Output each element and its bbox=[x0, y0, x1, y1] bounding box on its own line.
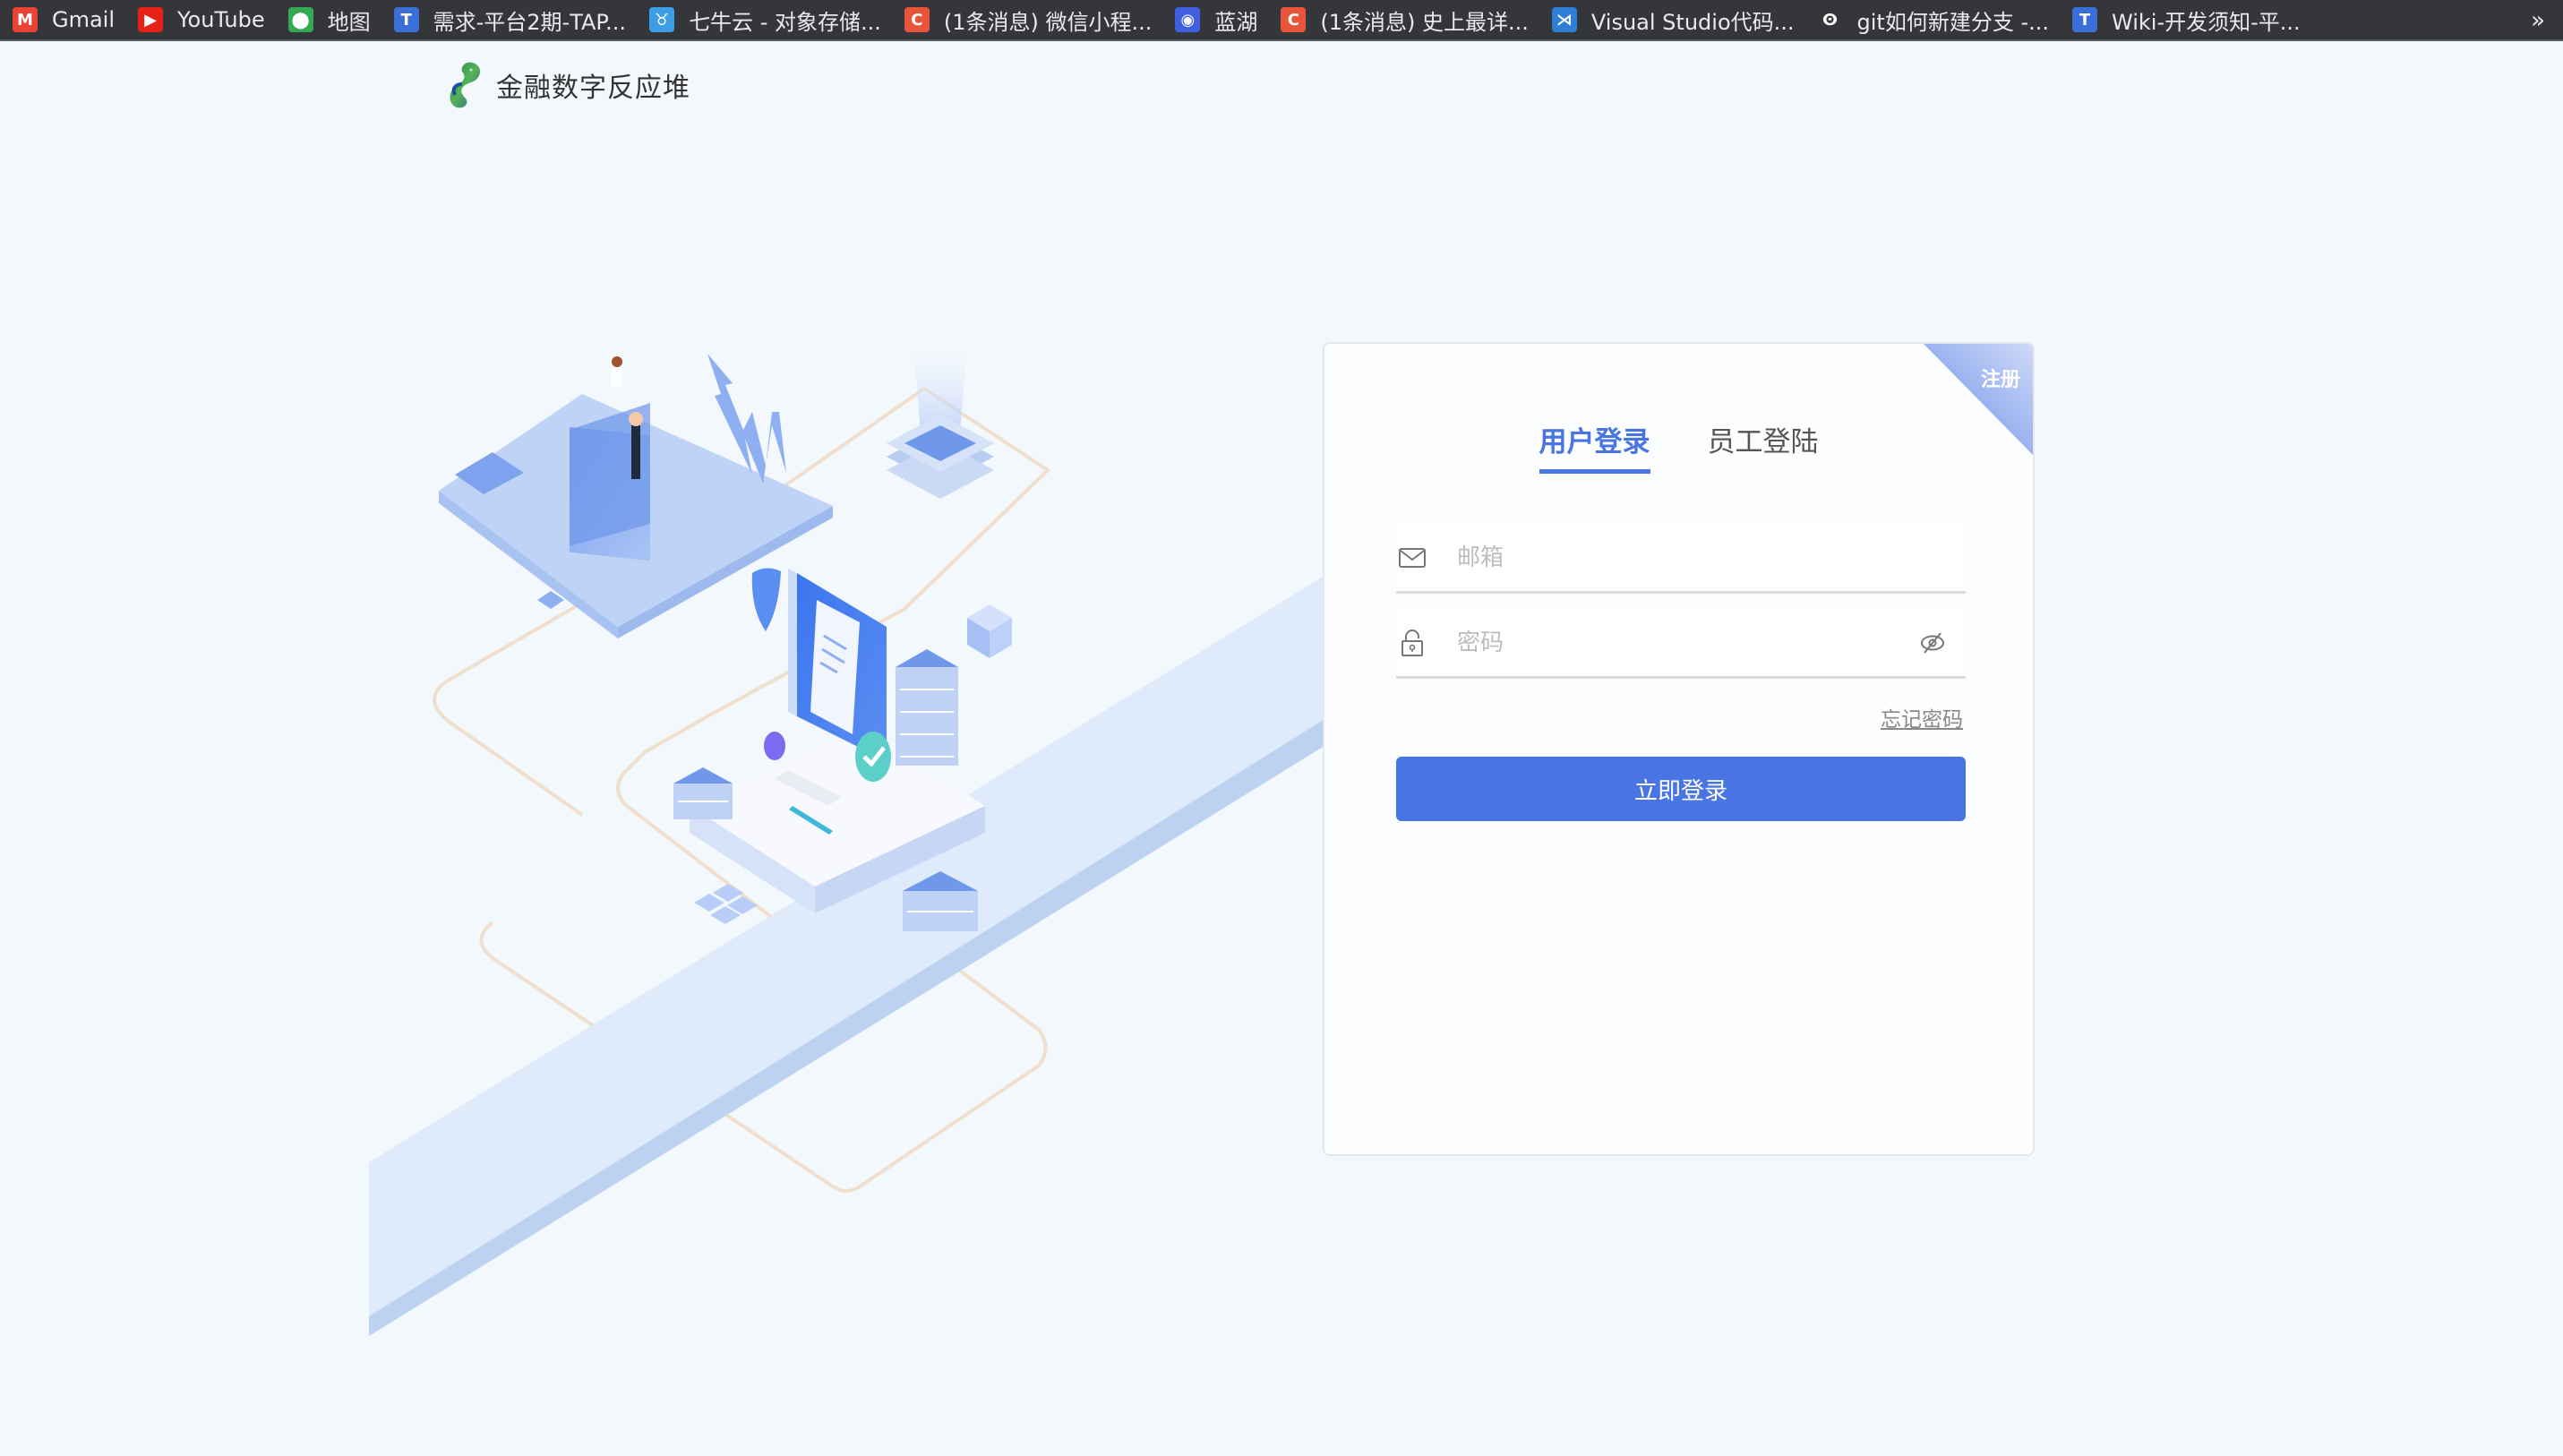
gmail-icon: M bbox=[13, 7, 38, 32]
bookmark-label: (1条消息) 史上最详... bbox=[1320, 9, 1529, 35]
csdn-icon: C bbox=[904, 7, 930, 32]
email-input[interactable] bbox=[1455, 543, 1966, 572]
password-field bbox=[1396, 609, 1966, 679]
tab-user-login[interactable]: 用户登录 bbox=[1539, 419, 1650, 474]
bookmark-item[interactable]: M Gmail bbox=[0, 0, 125, 40]
bookmark-item[interactable]: ⵙ git如何新建分支 -... bbox=[1805, 0, 2061, 40]
login-submit-button[interactable]: 立即登录 bbox=[1396, 757, 1966, 821]
qiniu-icon: ♉ bbox=[649, 7, 675, 32]
eye-off-icon[interactable] bbox=[1917, 628, 1948, 658]
youtube-icon: ▶ bbox=[138, 7, 164, 32]
git-icon: ⵙ bbox=[1817, 7, 1843, 32]
bookmark-label: 地图 bbox=[327, 9, 371, 35]
bookmark-label: 蓝湖 bbox=[1214, 9, 1258, 35]
vscode-icon: ⋊ bbox=[1551, 7, 1577, 32]
server-stack-left bbox=[673, 767, 733, 819]
bookmark-list: M Gmail ▶ YouTube ⬤ 地图 T 需求-平台2期-TAP... ♉ 七牛云 - 对… bbox=[0, 0, 2311, 40]
floating-cube bbox=[967, 604, 1012, 658]
app-title: 金融数字反应堆 bbox=[496, 73, 690, 104]
lanhu-icon: ◉ bbox=[1175, 7, 1201, 32]
bookmarks-overflow-button[interactable]: » bbox=[2531, 0, 2545, 41]
bookmark-item[interactable]: C (1条消息) 史上最详... bbox=[1268, 0, 1539, 40]
password-input[interactable] bbox=[1455, 628, 1917, 657]
lock-icon bbox=[1398, 629, 1427, 657]
bookmark-label: Visual Studio代码... bbox=[1590, 9, 1795, 35]
tapd-icon: T bbox=[2072, 7, 2098, 32]
mail-icon bbox=[1398, 544, 1427, 572]
bookmarks-bar: M Gmail ▶ YouTube ⬤ 地图 T 需求-平台2期-TAP... ♉ 七牛云 - 对… bbox=[0, 0, 2563, 41]
tapd-icon: T bbox=[393, 7, 419, 32]
bookmark-label: 七牛云 - 对象存储... bbox=[689, 9, 881, 35]
bookmark-item[interactable]: T Wiki-开发须知-平... bbox=[2060, 0, 2311, 40]
bookmark-label: Wiki-开发须知-平... bbox=[2112, 9, 2301, 35]
csdn-icon: C bbox=[1281, 7, 1307, 32]
bookmark-label: YouTube bbox=[177, 7, 265, 32]
bookmark-item[interactable]: ▶ YouTube bbox=[125, 0, 276, 40]
register-label: 注册 bbox=[1980, 369, 2020, 391]
email-field bbox=[1396, 524, 1966, 594]
cube-cluster bbox=[694, 884, 758, 924]
bookmark-item[interactable]: ◉ 蓝湖 bbox=[1162, 0, 1268, 40]
logo-icon bbox=[450, 62, 481, 108]
bookmark-label: 需求-平台2期-TAP... bbox=[433, 9, 627, 35]
maps-icon: ⬤ bbox=[287, 7, 313, 32]
bookmark-item[interactable]: ♉ 七牛云 - 对象存储... bbox=[637, 0, 892, 40]
login-card: 注册 用户登录 员工登陆 忘记密码 立即登录 bbox=[1323, 342, 2035, 1156]
bookmark-item[interactable]: ⋊ Visual Studio代码... bbox=[1539, 0, 1805, 40]
bookmark-label: Gmail bbox=[52, 7, 116, 32]
bookmark-item[interactable]: ⬤ 地图 bbox=[276, 0, 381, 40]
bookmark-item[interactable]: C (1条消息) 微信小程... bbox=[892, 0, 1163, 40]
login-tabs: 用户登录 员工登陆 bbox=[1324, 419, 2033, 474]
bookmark-label: git如何新建分支 -... bbox=[1856, 9, 2050, 35]
bookmark-item[interactable]: T 需求-平台2期-TAP... bbox=[381, 0, 637, 40]
forgot-password-link[interactable]: 忘记密码 bbox=[1881, 702, 1963, 732]
app-logo[interactable]: 金融数字反应堆 bbox=[446, 59, 690, 111]
database-stack-top bbox=[887, 340, 994, 499]
bookmark-label: (1条消息) 微信小程... bbox=[943, 9, 1153, 35]
server-stack-right bbox=[896, 649, 958, 766]
tab-staff-login[interactable]: 员工登陆 bbox=[1708, 419, 1819, 474]
hero-illustration bbox=[369, 340, 1343, 1336]
